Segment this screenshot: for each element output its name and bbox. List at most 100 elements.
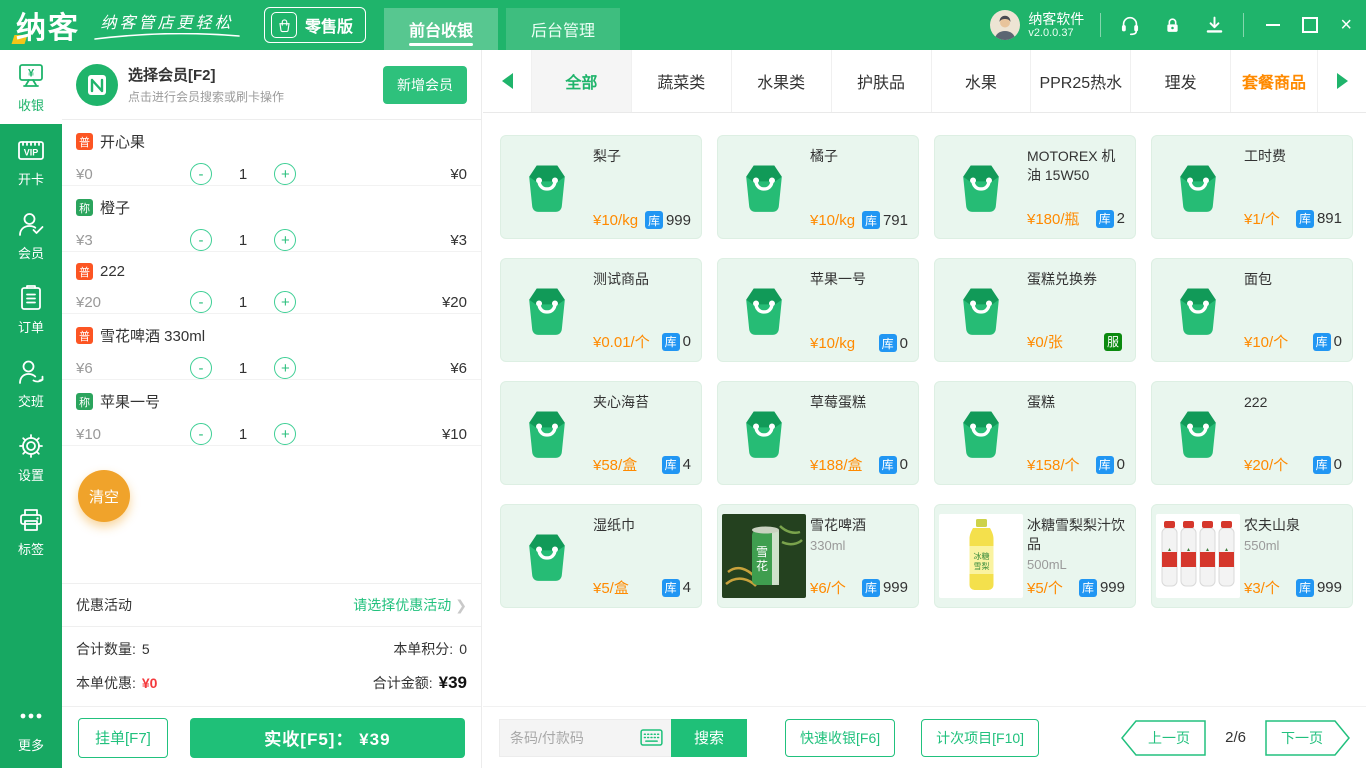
stock-count: 791 (882, 211, 908, 229)
category-tab[interactable]: 护肤品 (830, 50, 931, 112)
product-card[interactable]: 面包 ¥10/个 库 0 (1151, 258, 1353, 362)
cart-item: 普 雪花啤酒 330ml ¥6 - 1 + ¥6 (62, 314, 481, 380)
user-name: 纳客软件 (1028, 10, 1085, 27)
left-arrow-icon (501, 73, 513, 89)
beer-can-photo: 雪花 (718, 505, 810, 607)
category-scroll-left-button[interactable] (483, 50, 531, 112)
user-account[interactable]: 纳客软件 v2.0.0.37 (990, 10, 1084, 40)
hold-order-button[interactable]: 挂单[F7] (78, 717, 168, 758)
category-tab[interactable]: 套餐商品 (1230, 50, 1318, 112)
water-pack-photo (1152, 505, 1244, 607)
cart-item-name: 开心果 (100, 134, 146, 151)
prev-page-button[interactable]: 上一页 (1121, 719, 1207, 756)
increase-qty-button[interactable]: + (274, 163, 296, 185)
category-tab[interactable]: 理发 (1130, 50, 1230, 112)
edition-badge: 零售版 (264, 7, 367, 43)
promo-select-link[interactable]: 请选择优惠活动 (353, 595, 451, 615)
sidebar-item-settings[interactable]: 设置 (0, 420, 62, 494)
decrease-qty-button[interactable]: - (190, 423, 212, 445)
next-page-button[interactable]: 下一页 (1264, 719, 1350, 756)
sidebar-item-shift[interactable]: 交班 (0, 346, 62, 420)
keyboard-icon[interactable] (640, 729, 663, 746)
tab-front-cashier[interactable]: 前台收银 (384, 8, 499, 50)
stock-badge: 库 (1095, 209, 1114, 228)
clear-cart-button[interactable]: 清空 (78, 470, 130, 522)
member-card-icon (76, 63, 118, 106)
product-card[interactable]: 蛋糕兑换券 ¥0/张 服 (934, 258, 1136, 362)
cart-item-total: ¥0 (450, 165, 467, 183)
sidebar-item-more[interactable]: 更多 (0, 690, 62, 764)
stock-badge: 库 (878, 334, 897, 352)
more-dots-icon (16, 701, 46, 731)
stock-badge: 库 (1078, 578, 1097, 597)
decrease-qty-button[interactable]: - (190, 357, 212, 379)
category-tab[interactable]: 水果 (930, 50, 1031, 112)
checkout-button[interactable]: 实收[F5]： ¥39 (189, 717, 465, 758)
barcode-input[interactable] (508, 728, 634, 747)
category-scroll-right-button[interactable] (1318, 50, 1366, 112)
stock-badge: 库 (661, 455, 680, 474)
lock-icon[interactable] (1159, 12, 1185, 38)
maximize-icon[interactable] (1302, 17, 1319, 33)
add-member-button[interactable]: 新增会员 (383, 65, 467, 104)
product-card[interactable]: 农夫山泉 550ml ¥3/个 库 999 (1151, 504, 1353, 608)
product-card[interactable]: 橘子 ¥10/kg 库 791 (717, 135, 919, 239)
count-item-button[interactable]: 计次项目[F10] (921, 718, 1040, 757)
category-tab[interactable]: PPR25热水 (1030, 50, 1130, 112)
sidebar-item-member[interactable]: 会员 (0, 198, 62, 272)
discount-label: 本单优惠: (76, 675, 136, 691)
increase-qty-button[interactable]: + (274, 423, 296, 445)
promo-row[interactable]: 优惠活动 请选择优惠活动 ❯ (62, 583, 481, 626)
increase-qty-button[interactable]: + (274, 229, 296, 251)
product-card[interactable]: 湿纸巾 ¥5/盒 库 4 (500, 504, 702, 608)
sidebar-item-label-print[interactable]: 标签 (0, 494, 62, 568)
customer-service-icon[interactable] (1117, 12, 1143, 38)
increase-qty-button[interactable]: + (274, 291, 296, 313)
cart-panel: 选择会员[F2] 点击进行会员搜索或刷卡操作 新增会员 普 开心果 ¥0 - 1… (62, 50, 482, 768)
close-icon[interactable]: × (1340, 15, 1352, 35)
cart-item: 普 开心果 ¥0 - 1 + ¥0 (62, 120, 481, 186)
product-card[interactable]: 苹果一号 ¥10/kg 库 0 (717, 258, 919, 362)
product-subtitle: 330ml (810, 537, 846, 553)
decrease-qty-button[interactable]: - (190, 291, 212, 313)
product-card[interactable]: 222 ¥20/个 库 0 (1151, 381, 1353, 485)
promo-label: 优惠活动 (76, 597, 132, 613)
decrease-qty-button[interactable]: - (190, 163, 212, 185)
product-subtitle: 500mL (1027, 556, 1067, 572)
sidebar-item-open-card[interactable]: VIP 开卡 (0, 124, 62, 198)
category-tab[interactable]: 全部 (531, 50, 631, 112)
product-price: ¥20/个 (1244, 457, 1289, 474)
category-tab[interactable]: 水果类 (730, 50, 831, 112)
minimize-icon[interactable] (1266, 24, 1281, 26)
member-select-row[interactable]: 选择会员[F2] 点击进行会员搜索或刷卡操作 新增会员 (62, 50, 481, 120)
download-icon[interactable] (1201, 12, 1227, 38)
product-card[interactable]: 测试商品 ¥0.01/个 库 0 (500, 258, 702, 362)
product-card[interactable]: MOTOREX 机油 15W50 ¥180/瓶 库 2 (934, 135, 1136, 239)
cart-item-name: 苹果一号 (100, 394, 161, 411)
product-name: 蛋糕兑换券 (1027, 271, 1097, 287)
sidebar-item-orders[interactable]: 订单 (0, 272, 62, 346)
product-price: ¥5/个 (1027, 580, 1063, 597)
cart-item-name: 雪花啤酒 330ml (100, 328, 206, 345)
product-price: ¥6/个 (810, 580, 846, 597)
product-card[interactable]: 冰糖 雪梨 冰糖雪梨梨汁饮品 500mL ¥5/个 库 999 (934, 504, 1136, 608)
product-card[interactable]: 夹心海苔 ¥58/盒 库 4 (500, 381, 702, 485)
tab-back-admin[interactable]: 后台管理 (506, 8, 621, 50)
product-name: 面包 (1244, 271, 1272, 287)
product-subtitle: 550ml (1244, 537, 1280, 553)
sidebar-item-cashier[interactable]: ¥ 收银 (0, 50, 62, 124)
product-card[interactable]: 草莓蛋糕 ¥188/盒 库 0 (717, 381, 919, 485)
product-card[interactable]: 梨子 ¥10/kg 库 999 (500, 135, 702, 239)
category-tab[interactable]: 蔬菜类 (630, 50, 731, 112)
decrease-qty-button[interactable]: - (190, 229, 212, 251)
product-name: MOTOREX 机油 15W50 (1027, 148, 1116, 183)
search-button[interactable]: 搜索 (671, 718, 747, 757)
main-mode-tabs: 前台收银 后台管理 (384, 8, 621, 50)
product-card[interactable]: 蛋糕 ¥158/个 库 0 (934, 381, 1136, 485)
product-card[interactable]: 雪花 雪花啤酒 330ml ¥6/个 库 999 (717, 504, 919, 608)
order-summary: 合计数量: 5 本单积分: 0 本单优惠: ¥0 合计金额: ¥39 (62, 626, 481, 706)
product-card[interactable]: 工时费 ¥1/个 库 891 (1151, 135, 1353, 239)
quick-cashier-button[interactable]: 快速收银[F6] (785, 718, 896, 757)
svg-text:雪梨: 雪梨 (974, 561, 990, 571)
increase-qty-button[interactable]: + (274, 357, 296, 379)
